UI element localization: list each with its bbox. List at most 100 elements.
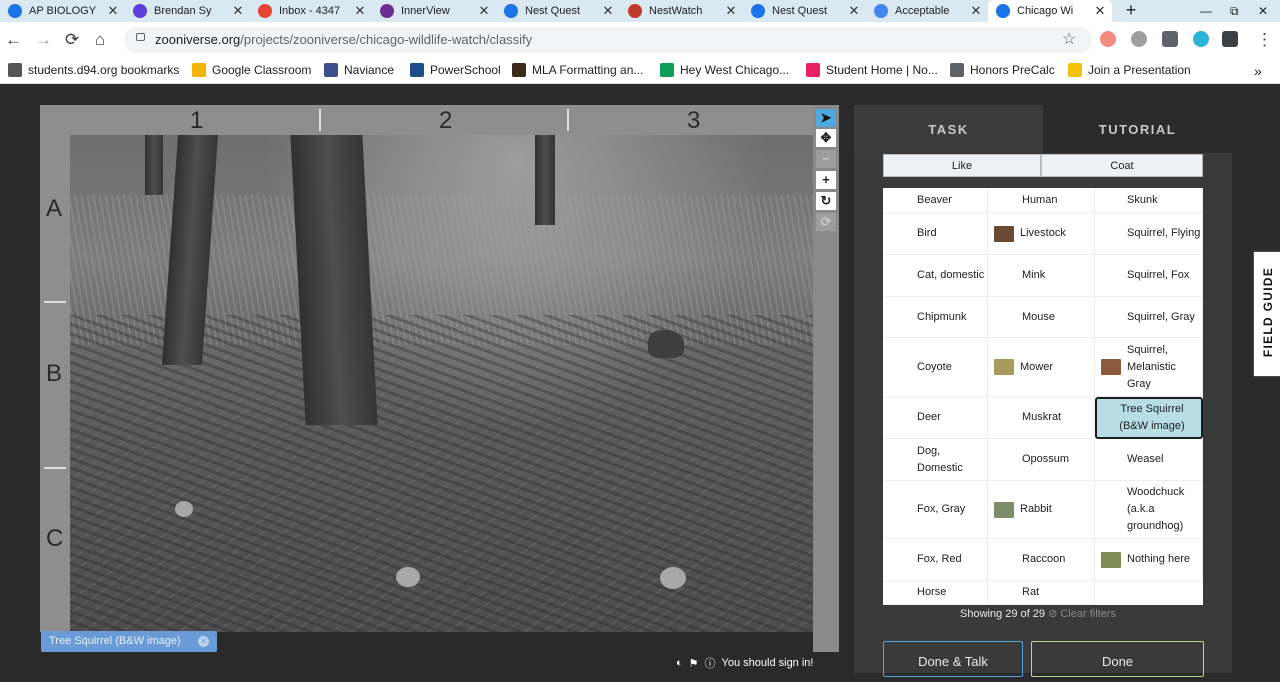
extension-blue-icon[interactable] (1193, 31, 1209, 47)
new-tab-button[interactable]: + (1122, 0, 1140, 22)
bookmark-item[interactable]: PowerSchool (410, 63, 501, 77)
maximize-button[interactable]: ⧉ (1230, 0, 1239, 22)
browser-tab[interactable]: Chicago Wi ✕ (988, 0, 1112, 22)
reload-button[interactable]: ⟳ (65, 30, 79, 50)
extension-record-icon[interactable] (1100, 31, 1116, 47)
sign-in-message[interactable]: You should sign in! (722, 657, 814, 669)
species-choice[interactable]: Squirrel, Flying (1095, 213, 1203, 255)
field-guide-tab[interactable]: FIELD GUIDE (1254, 252, 1280, 376)
reset-view-button[interactable]: ⟳ (816, 213, 836, 231)
selected-species-tag[interactable]: Tree Squirrel (B&W image) × (41, 631, 217, 652)
species-choice[interactable]: Deer (883, 397, 988, 439)
home-button[interactable]: ⌂ (95, 30, 105, 50)
bookmark-item[interactable]: Naviance (324, 63, 394, 77)
species-choice[interactable]: Fox, Gray (883, 481, 988, 539)
tab-close-icon[interactable]: ✕ (723, 3, 739, 19)
extension-grey-icon[interactable] (1131, 31, 1147, 47)
species-choice[interactable]: Opossum (988, 439, 1095, 481)
zoom-out-button[interactable]: − (816, 150, 836, 168)
flag-icon[interactable]: ⚑ (689, 657, 699, 670)
species-choice[interactable]: Nothing here (1095, 539, 1203, 581)
species-choice[interactable]: Woodchuck (a.k.a groundhog) (1095, 481, 1203, 539)
tab-task[interactable]: TASK (854, 105, 1043, 153)
species-choice[interactable]: Beaver (883, 188, 988, 213)
remove-tag-icon[interactable]: × (198, 636, 209, 647)
back-button[interactable]: ← (5, 30, 22, 50)
tab-close-icon[interactable]: ✕ (105, 3, 121, 19)
bookmark-item[interactable]: Hey West Chicago... (660, 63, 789, 77)
species-choice[interactable]: Livestock (988, 213, 1095, 255)
species-choice[interactable]: Fox, Red (883, 539, 988, 581)
close-window-button[interactable]: ✕ (1258, 0, 1268, 22)
tab-close-icon[interactable]: ✕ (968, 3, 984, 19)
subject-footer: ◐ ⚑ ⓘ You should sign in! (676, 655, 819, 671)
bookmark-icon (950, 63, 964, 77)
camera-trap-photo[interactable] (70, 135, 813, 632)
browser-tab[interactable]: Nest Quest ✕ (496, 0, 620, 22)
species-choice[interactable]: Tree Squirrel (B&W image) (1095, 397, 1203, 439)
species-choice[interactable]: Cat, domestic (883, 255, 988, 297)
bookmarks-overflow-button[interactable]: » (1254, 63, 1262, 79)
invert-contrast-icon[interactable]: ◐ (676, 657, 683, 669)
tab-close-icon[interactable]: ✕ (1092, 3, 1108, 19)
browser-tab[interactable]: Brendan Sy ✕ (125, 0, 250, 22)
url-domain: zooniverse.org (155, 32, 241, 47)
species-label: Chipmunk (917, 310, 967, 323)
species-choice[interactable]: Skunk (1095, 188, 1203, 213)
species-choice[interactable]: Mower (988, 338, 1095, 397)
species-choice[interactable]: Squirrel, Fox (1095, 255, 1203, 297)
tab-close-icon[interactable]: ✕ (352, 3, 368, 19)
tab-tutorial[interactable]: TUTORIAL (1043, 105, 1232, 153)
browser-tab[interactable]: Inbox - 4347 ✕ (250, 0, 372, 22)
species-choice[interactable]: Weasel (1095, 439, 1203, 481)
species-choice[interactable]: Mink (988, 255, 1095, 297)
bookmark-item[interactable]: students.d94.org bookmarks (8, 63, 179, 77)
done-and-talk-button[interactable]: Done & Talk (883, 641, 1023, 677)
bookmark-item[interactable]: Google Classroom (192, 63, 311, 77)
species-choice[interactable]: Raccoon (988, 539, 1095, 581)
filter-like-button[interactable]: Like (883, 154, 1041, 177)
bookmark-star-icon[interactable]: ☆ (1062, 29, 1076, 49)
tab-close-icon[interactable]: ✕ (476, 3, 492, 19)
forward-button[interactable]: → (35, 30, 52, 50)
species-choice[interactable]: Horse (883, 581, 988, 605)
species-choice[interactable]: Coyote (883, 338, 988, 397)
extensions-puzzle-icon[interactable] (1222, 31, 1238, 47)
tab-close-icon[interactable]: ✕ (230, 3, 246, 19)
extension-r-icon[interactable] (1162, 31, 1178, 47)
species-choice[interactable]: Bird (883, 213, 988, 255)
bookmark-item[interactable]: Student Home | No... (806, 63, 938, 77)
move-tool-button[interactable]: ✥ (816, 129, 836, 147)
species-choice[interactable]: Muskrat (988, 397, 1095, 439)
bookmark-item[interactable]: MLA Formatting an... (512, 63, 643, 77)
species-choice[interactable]: Squirrel, Melanistic Gray (1095, 338, 1203, 397)
bookmark-item[interactable]: Join a Presentation (1068, 63, 1191, 77)
species-choice[interactable]: Dog, Domestic (883, 439, 988, 481)
done-button[interactable]: Done (1031, 641, 1204, 677)
grid-column-header: 1 2 3 (40, 105, 813, 135)
browser-tab[interactable]: Acceptable ✕ (866, 0, 988, 22)
address-bar[interactable]: zooniverse.org/projects/zooniverse/chica… (124, 27, 1092, 53)
zoom-in-button[interactable]: + (816, 171, 836, 189)
browser-tab[interactable]: InnerView ✕ (372, 0, 496, 22)
species-choice[interactable]: Rat (988, 581, 1095, 605)
tab-close-icon[interactable]: ✕ (846, 3, 862, 19)
species-choice[interactable]: Mouse (988, 297, 1095, 338)
info-icon[interactable]: ⓘ (705, 655, 716, 671)
species-choice[interactable]: Chipmunk (883, 297, 988, 338)
bookmark-item[interactable]: Honors PreCalc (950, 63, 1055, 77)
species-choice[interactable]: Squirrel, Gray (1095, 297, 1203, 338)
species-choice[interactable]: Human (988, 188, 1095, 213)
clear-filters-link[interactable]: ⊘ Clear filters (1048, 608, 1116, 620)
browser-tab[interactable]: Nest Quest ✕ (743, 0, 866, 22)
browser-tab[interactable]: NestWatch ✕ (620, 0, 743, 22)
species-choice[interactable]: Rabbit (988, 481, 1095, 539)
browser-tab[interactable]: AP BIOLOGY ✕ (0, 0, 125, 22)
minimize-button[interactable]: — (1200, 0, 1212, 22)
pointer-tool-button[interactable]: ➤ (816, 109, 836, 127)
filter-coat-button[interactable]: Coat (1041, 154, 1203, 177)
grid-row-label: C (46, 525, 64, 552)
tab-close-icon[interactable]: ✕ (600, 3, 616, 19)
rotate-button[interactable]: ↻ (816, 192, 836, 210)
chrome-menu-button[interactable]: ⋮ (1256, 30, 1273, 50)
